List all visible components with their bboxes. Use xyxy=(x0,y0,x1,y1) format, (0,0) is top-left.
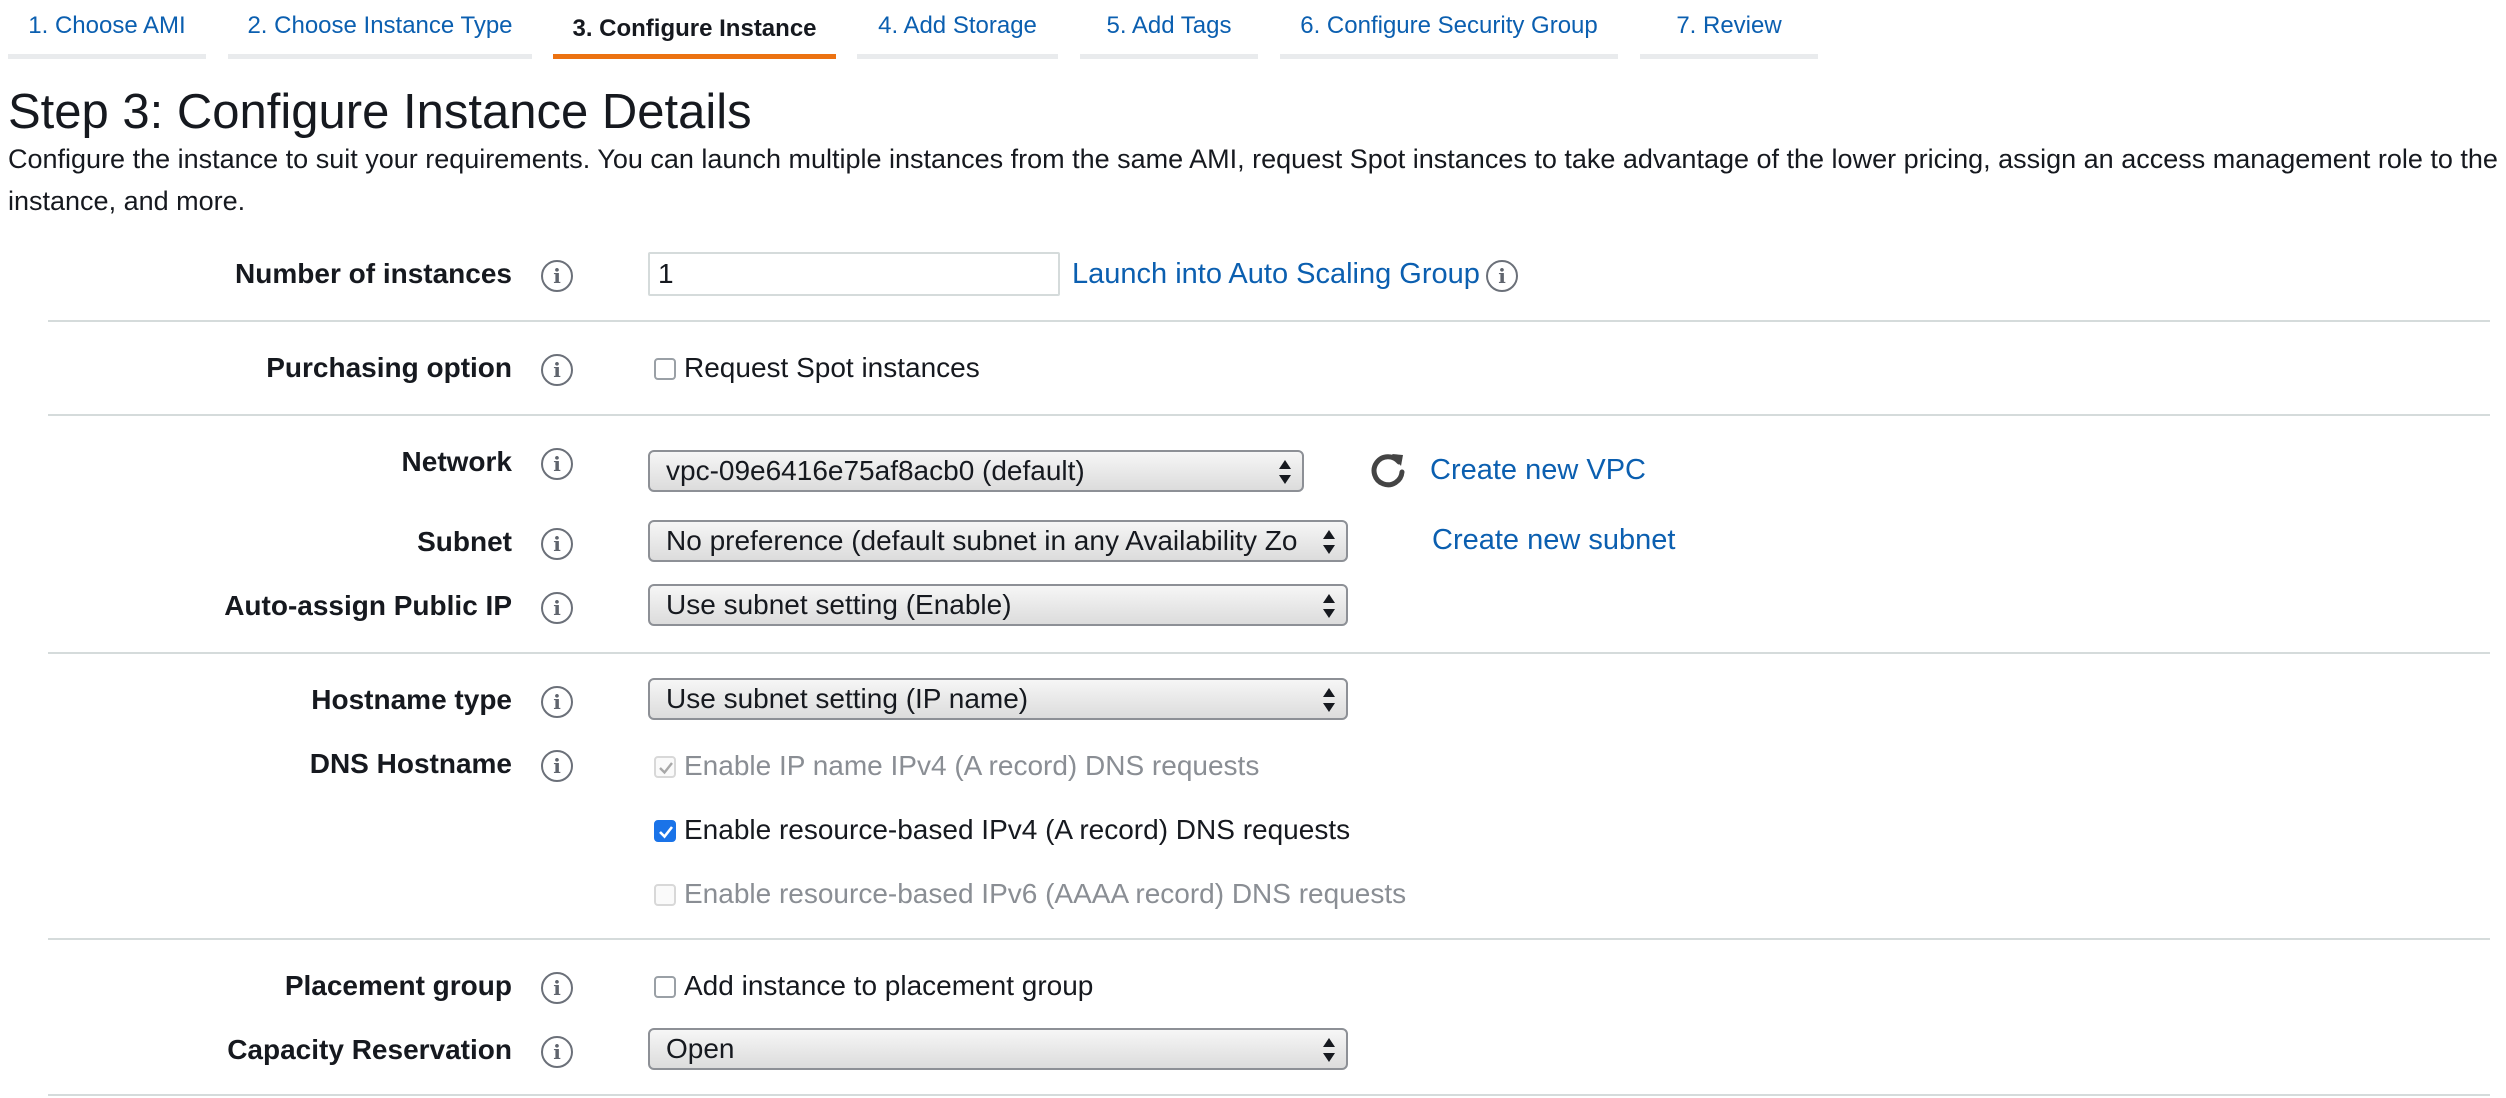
add-to-placement-group-label: Add instance to placement group xyxy=(684,970,1094,1001)
tab-configure-instance[interactable]: 3. Configure Instance xyxy=(553,0,836,59)
refresh-icon[interactable] xyxy=(1368,450,1408,490)
page-title: Step 3: Configure Instance Details xyxy=(8,85,752,139)
divider xyxy=(48,320,2490,322)
number-of-instances-input[interactable] xyxy=(648,252,1060,296)
placement-group-label: Placement group xyxy=(284,970,512,1001)
info-icon[interactable]: i xyxy=(1486,260,1518,292)
divider xyxy=(48,1094,2490,1096)
dns-resource-ipv6-label: Enable resource-based IPv6 (AAAA record)… xyxy=(684,878,1407,909)
auto-assign-public-ip-value: Use subnet setting (Enable) xyxy=(666,589,1012,620)
network-label: Network xyxy=(401,446,512,477)
select-arrows-icon xyxy=(1323,688,1335,712)
hostname-type-value: Use subnet setting (IP name) xyxy=(666,683,1029,714)
request-spot-instances-checkbox[interactable] xyxy=(654,358,676,380)
request-spot-instances-label: Request Spot instances xyxy=(684,352,980,383)
tab-choose-ami[interactable]: 1. Choose AMI xyxy=(8,0,206,59)
info-icon[interactable]: i xyxy=(541,354,573,386)
info-icon[interactable]: i xyxy=(541,1036,573,1068)
info-icon[interactable]: i xyxy=(541,528,573,560)
select-arrows-icon xyxy=(1323,1038,1335,1062)
select-arrows-icon xyxy=(1323,530,1335,554)
select-arrows-icon xyxy=(1323,594,1335,618)
tab-add-storage[interactable]: 4. Add Storage xyxy=(857,0,1058,59)
wizard-steps: 1. Choose AMI 2. Choose Instance Type 3.… xyxy=(0,0,2506,60)
hostname-type-label: Hostname type xyxy=(311,684,512,715)
info-icon[interactable]: i xyxy=(541,750,573,782)
auto-assign-public-ip-label: Auto-assign Public IP xyxy=(224,590,512,621)
info-icon[interactable]: i xyxy=(541,592,573,624)
tab-add-tags[interactable]: 5. Add Tags xyxy=(1080,0,1258,59)
tab-configure-security-group[interactable]: 6. Configure Security Group xyxy=(1280,0,1618,59)
dns-resource-ipv6-checkbox xyxy=(654,884,676,906)
add-to-placement-group-checkbox[interactable] xyxy=(654,976,676,998)
info-icon[interactable]: i xyxy=(541,686,573,718)
network-select[interactable]: vpc-09e6416e75af8acb0 (default) xyxy=(648,450,1304,492)
subnet-select[interactable]: No preference (default subnet in any Ava… xyxy=(648,520,1348,562)
tab-choose-instance-type[interactable]: 2. Choose Instance Type xyxy=(228,0,532,59)
network-select-value: vpc-09e6416e75af8acb0 (default) xyxy=(666,455,1085,486)
info-icon[interactable]: i xyxy=(541,260,573,292)
divider xyxy=(48,652,2490,654)
create-new-vpc-link[interactable]: Create new VPC xyxy=(1430,452,1646,488)
dns-resource-ipv4-label: Enable resource-based IPv4 (A record) DN… xyxy=(684,814,1351,845)
info-icon[interactable]: i xyxy=(541,448,573,480)
divider xyxy=(48,938,2490,940)
info-icon[interactable]: i xyxy=(541,972,573,1004)
checkmark-icon xyxy=(659,762,673,775)
checkmark-icon xyxy=(659,826,674,839)
divider xyxy=(48,414,2490,416)
auto-assign-public-ip-select[interactable]: Use subnet setting (Enable) xyxy=(648,584,1348,626)
dns-hostname-label: DNS Hostname xyxy=(309,748,512,779)
tab-review[interactable]: 7. Review xyxy=(1640,0,1818,59)
purchasing-option-label: Purchasing option xyxy=(266,352,512,383)
subnet-select-value: No preference (default subnet in any Ava… xyxy=(666,525,1298,556)
subnet-label: Subnet xyxy=(417,526,512,557)
dns-ip-name-ipv4-label: Enable IP name IPv4 (A record) DNS reque… xyxy=(684,750,1260,781)
capacity-reservation-value: Open xyxy=(666,1033,735,1064)
dns-resource-ipv4-checkbox[interactable] xyxy=(654,820,676,842)
hostname-type-select[interactable]: Use subnet setting (IP name) xyxy=(648,678,1348,720)
capacity-reservation-select[interactable]: Open xyxy=(648,1028,1348,1070)
create-new-subnet-link[interactable]: Create new subnet xyxy=(1432,522,1675,558)
dns-ip-name-ipv4-checkbox xyxy=(654,756,676,778)
capacity-reservation-label: Capacity Reservation xyxy=(227,1034,512,1065)
page-description: Configure the instance to suit your requ… xyxy=(8,144,2498,216)
number-of-instances-label: Number of instances xyxy=(235,258,512,289)
select-arrows-icon xyxy=(1279,460,1291,484)
launch-into-asg-link[interactable]: Launch into Auto Scaling Group xyxy=(1072,256,1480,292)
